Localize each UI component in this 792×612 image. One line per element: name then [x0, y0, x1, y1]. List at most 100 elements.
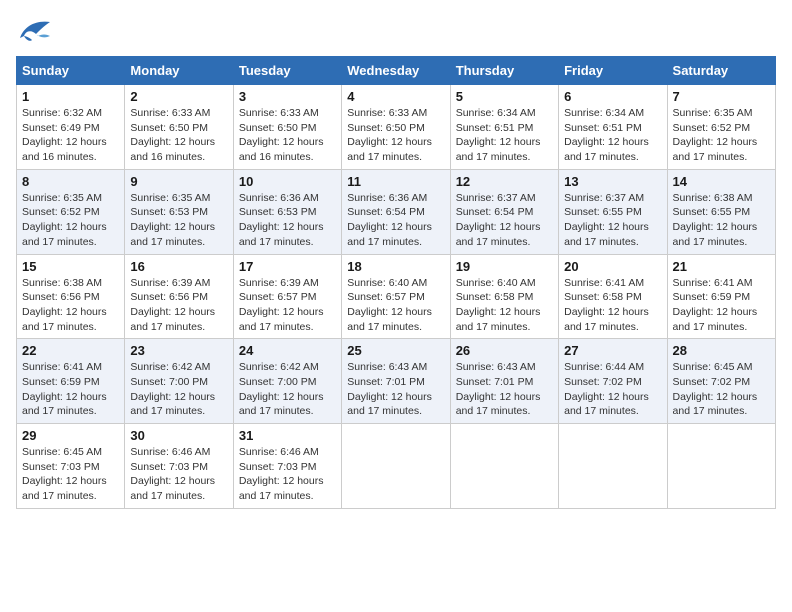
day-number: 13	[564, 174, 661, 189]
day-info: Sunrise: 6:37 AMSunset: 6:55 PMDaylight:…	[564, 191, 661, 250]
day-number: 5	[456, 89, 553, 104]
day-info: Sunrise: 6:45 AMSunset: 7:02 PMDaylight:…	[673, 360, 770, 419]
day-number: 20	[564, 259, 661, 274]
calendar-week-row: 15Sunrise: 6:38 AMSunset: 6:56 PMDayligh…	[17, 254, 776, 339]
calendar-cell: 29Sunrise: 6:45 AMSunset: 7:03 PMDayligh…	[17, 424, 125, 509]
calendar-cell: 3 Sunrise: 6:33 AMSunset: 6:50 PMDaylight…	[233, 85, 341, 170]
calendar-cell	[667, 424, 775, 509]
calendar-cell: 8 Sunrise: 6:35 AMSunset: 6:52 PMDaylight…	[17, 169, 125, 254]
calendar-cell	[342, 424, 450, 509]
day-number: 4	[347, 89, 444, 104]
day-number: 15	[22, 259, 119, 274]
day-info: Sunrise: 6:40 AMSunset: 6:57 PMDaylight:…	[347, 276, 444, 335]
calendar-cell: 23 Sunrise: 6:42 AMSunset: 7:00 PMDayligh…	[125, 339, 233, 424]
day-info: Sunrise: 6:42 AMSunset: 7:00 PMDaylight:…	[130, 360, 227, 419]
day-number: 10	[239, 174, 336, 189]
calendar-cell: 7 Sunrise: 6:35 AMSunset: 6:52 PMDaylight…	[667, 85, 775, 170]
calendar-cell: 17 Sunrise: 6:39 AMSunset: 6:57 PMDayligh…	[233, 254, 341, 339]
calendar-header-row: SundayMondayTuesdayWednesdayThursdayFrid…	[17, 57, 776, 85]
calendar-header-saturday: Saturday	[667, 57, 775, 85]
day-number: 21	[673, 259, 770, 274]
day-info: Sunrise: 6:37 AMSunset: 6:54 PMDaylight:…	[456, 191, 553, 250]
day-number: 14	[673, 174, 770, 189]
calendar-cell: 22 Sunrise: 6:41 AMSunset: 6:59 PMDayligh…	[17, 339, 125, 424]
day-number: 23	[130, 343, 227, 358]
day-info: Sunrise: 6:43 AMSunset: 7:01 PMDaylight:…	[456, 360, 553, 419]
day-info: Sunrise: 6:46 AMSunset: 7:03 PMDaylight:…	[130, 445, 227, 504]
day-number: 28	[673, 343, 770, 358]
day-number: 30	[130, 428, 227, 443]
day-number: 2	[130, 89, 227, 104]
day-info: Sunrise: 6:46 AMSunset: 7:03 PMDaylight:…	[239, 445, 336, 504]
calendar-week-row: 1 Sunrise: 6:32 AMSunset: 6:49 PMDaylight…	[17, 85, 776, 170]
calendar-cell: 15Sunrise: 6:38 AMSunset: 6:56 PMDayligh…	[17, 254, 125, 339]
calendar-cell: 10 Sunrise: 6:36 AMSunset: 6:53 PMDayligh…	[233, 169, 341, 254]
day-number: 3	[239, 89, 336, 104]
calendar-header-wednesday: Wednesday	[342, 57, 450, 85]
day-info: Sunrise: 6:36 AMSunset: 6:54 PMDaylight:…	[347, 191, 444, 250]
day-info: Sunrise: 6:36 AMSunset: 6:53 PMDaylight:…	[239, 191, 336, 250]
day-info: Sunrise: 6:32 AMSunset: 6:49 PMDaylight:…	[22, 106, 119, 165]
day-info: Sunrise: 6:35 AMSunset: 6:52 PMDaylight:…	[673, 106, 770, 165]
day-number: 12	[456, 174, 553, 189]
calendar-cell	[559, 424, 667, 509]
day-info: Sunrise: 6:43 AMSunset: 7:01 PMDaylight:…	[347, 360, 444, 419]
calendar-cell: 25 Sunrise: 6:43 AMSunset: 7:01 PMDayligh…	[342, 339, 450, 424]
calendar-cell: 14 Sunrise: 6:38 AMSunset: 6:55 PMDayligh…	[667, 169, 775, 254]
day-number: 8	[22, 174, 119, 189]
day-info: Sunrise: 6:34 AMSunset: 6:51 PMDaylight:…	[456, 106, 553, 165]
day-info: Sunrise: 6:34 AMSunset: 6:51 PMDaylight:…	[564, 106, 661, 165]
calendar-week-row: 29Sunrise: 6:45 AMSunset: 7:03 PMDayligh…	[17, 424, 776, 509]
day-number: 1	[22, 89, 119, 104]
calendar-header-monday: Monday	[125, 57, 233, 85]
calendar-cell: 28 Sunrise: 6:45 AMSunset: 7:02 PMDayligh…	[667, 339, 775, 424]
day-info: Sunrise: 6:33 AMSunset: 6:50 PMDaylight:…	[239, 106, 336, 165]
calendar-cell: 16Sunrise: 6:39 AMSunset: 6:56 PMDayligh…	[125, 254, 233, 339]
day-info: Sunrise: 6:33 AMSunset: 6:50 PMDaylight:…	[347, 106, 444, 165]
day-number: 27	[564, 343, 661, 358]
day-number: 7	[673, 89, 770, 104]
calendar-cell: 2Sunrise: 6:33 AMSunset: 6:50 PMDaylight…	[125, 85, 233, 170]
calendar-week-row: 22 Sunrise: 6:41 AMSunset: 6:59 PMDayligh…	[17, 339, 776, 424]
calendar-week-row: 8 Sunrise: 6:35 AMSunset: 6:52 PMDaylight…	[17, 169, 776, 254]
day-info: Sunrise: 6:39 AMSunset: 6:57 PMDaylight:…	[239, 276, 336, 335]
calendar-header-friday: Friday	[559, 57, 667, 85]
day-number: 25	[347, 343, 444, 358]
day-number: 26	[456, 343, 553, 358]
day-number: 9	[130, 174, 227, 189]
calendar-header-thursday: Thursday	[450, 57, 558, 85]
logo-icon	[16, 16, 52, 44]
logo	[16, 16, 56, 44]
day-info: Sunrise: 6:42 AMSunset: 7:00 PMDaylight:…	[239, 360, 336, 419]
calendar-header-sunday: Sunday	[17, 57, 125, 85]
day-info: Sunrise: 6:39 AMSunset: 6:56 PMDaylight:…	[130, 276, 227, 335]
day-info: Sunrise: 6:40 AMSunset: 6:58 PMDaylight:…	[456, 276, 553, 335]
calendar-cell: 13 Sunrise: 6:37 AMSunset: 6:55 PMDayligh…	[559, 169, 667, 254]
day-number: 17	[239, 259, 336, 274]
calendar-cell: 18 Sunrise: 6:40 AMSunset: 6:57 PMDayligh…	[342, 254, 450, 339]
day-number: 19	[456, 259, 553, 274]
day-number: 22	[22, 343, 119, 358]
calendar-cell: 31Sunrise: 6:46 AMSunset: 7:03 PMDayligh…	[233, 424, 341, 509]
day-number: 11	[347, 174, 444, 189]
day-info: Sunrise: 6:41 AMSunset: 6:59 PMDaylight:…	[22, 360, 119, 419]
calendar-cell: 26 Sunrise: 6:43 AMSunset: 7:01 PMDayligh…	[450, 339, 558, 424]
calendar-cell	[450, 424, 558, 509]
day-info: Sunrise: 6:44 AMSunset: 7:02 PMDaylight:…	[564, 360, 661, 419]
calendar-cell: 6 Sunrise: 6:34 AMSunset: 6:51 PMDaylight…	[559, 85, 667, 170]
calendar-table: SundayMondayTuesdayWednesdayThursdayFrid…	[16, 56, 776, 509]
day-number: 18	[347, 259, 444, 274]
calendar-cell: 4 Sunrise: 6:33 AMSunset: 6:50 PMDaylight…	[342, 85, 450, 170]
calendar-cell: 30 Sunrise: 6:46 AMSunset: 7:03 PMDayligh…	[125, 424, 233, 509]
calendar-cell: 11 Sunrise: 6:36 AMSunset: 6:54 PMDayligh…	[342, 169, 450, 254]
calendar-cell: 27 Sunrise: 6:44 AMSunset: 7:02 PMDayligh…	[559, 339, 667, 424]
day-info: Sunrise: 6:38 AMSunset: 6:55 PMDaylight:…	[673, 191, 770, 250]
day-number: 29	[22, 428, 119, 443]
day-number: 6	[564, 89, 661, 104]
day-info: Sunrise: 6:41 AMSunset: 6:59 PMDaylight:…	[673, 276, 770, 335]
calendar-cell: 21 Sunrise: 6:41 AMSunset: 6:59 PMDayligh…	[667, 254, 775, 339]
calendar-cell: 5 Sunrise: 6:34 AMSunset: 6:51 PMDaylight…	[450, 85, 558, 170]
day-info: Sunrise: 6:35 AMSunset: 6:52 PMDaylight:…	[22, 191, 119, 250]
day-info: Sunrise: 6:35 AMSunset: 6:53 PMDaylight:…	[130, 191, 227, 250]
page-header	[16, 16, 776, 44]
